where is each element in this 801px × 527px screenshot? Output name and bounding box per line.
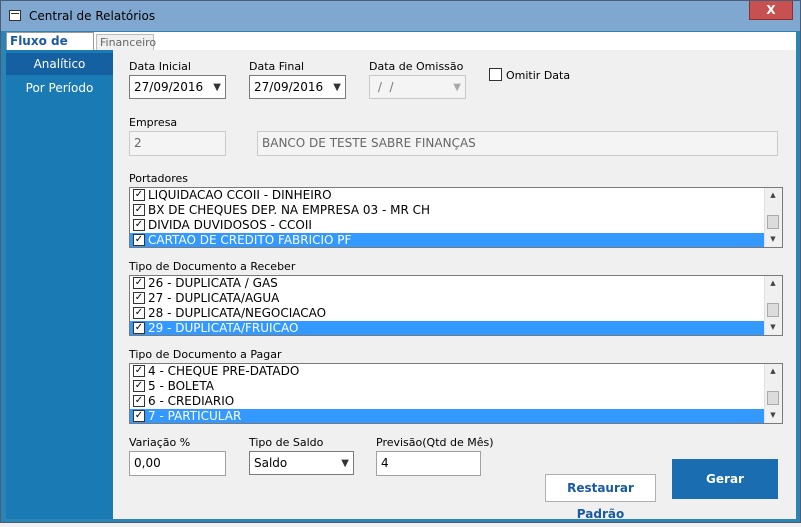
tipo-doc-receber-listbox[interactable]: ✓ 26 - DUPLICATA / GAS ✓ 27 - DUPLICATA/AG… — [129, 275, 783, 336]
check-icon[interactable]: ✓ — [133, 277, 145, 289]
tipo-saldo-combo[interactable]: Saldo ▼ — [249, 451, 354, 475]
chevron-down-icon: ▼ — [341, 458, 349, 469]
title-bar[interactable]: Central de Relatórios X — [1, 1, 800, 31]
restore-defaults-button[interactable]: Restaurar Padrão — [545, 474, 656, 521]
list-item-selected[interactable]: ✓ CARTAO DE CREDITO FABRICIO PF — [130, 233, 766, 247]
data-inicial-value: 27/09/2016 — [134, 80, 204, 94]
omitir-data-checkbox[interactable] — [489, 68, 502, 81]
list-item-selected[interactable]: ✓ 29 - DUPLICATA/FRUICAO — [130, 321, 766, 335]
window-title: Central de Relatórios — [29, 9, 156, 23]
variacao-field[interactable]: 0,00 — [129, 451, 226, 476]
check-icon[interactable]: ✓ — [133, 410, 145, 422]
tipo-doc-pagar-label: Tipo de Documento a Pagar — [129, 348, 282, 361]
data-final-label: Data Final — [249, 60, 305, 73]
client-area: Fluxo de Caixa Financeiro Analítico Por … — [6, 32, 796, 521]
list-item[interactable]: ✓ 5 - BOLETA — [130, 379, 766, 394]
chevron-down-icon: ▼ — [333, 82, 341, 93]
scroll-down-icon[interactable]: ▼ — [765, 320, 781, 335]
data-inicial-label: Data Inicial — [129, 60, 191, 73]
check-icon[interactable]: ✓ — [133, 189, 145, 201]
scroll-down-icon[interactable]: ▼ — [765, 408, 781, 423]
portadores-label: Portadores — [129, 172, 189, 185]
tipo-saldo-value: Saldo — [254, 456, 288, 470]
omitir-data-label: Omitir Data — [506, 69, 571, 82]
tipo-doc-pagar-listbox[interactable]: ✓ 4 - CHEQUE PRE-DATADO ✓ 5 - BOLETA ✓ 6 - … — [129, 363, 783, 424]
data-omissao-combo[interactable]: / / ▼ — [369, 75, 466, 99]
data-final-value: 27/09/2016 — [254, 80, 324, 94]
data-omissao-label: Data de Omissão — [369, 60, 464, 73]
data-omissao-value: / / — [374, 80, 394, 94]
vertical-scrollbar[interactable]: ▲ ▼ — [764, 188, 782, 247]
previsao-label: Previsão(Qtd de Mês) — [376, 436, 494, 449]
list-item[interactable]: ✓ BX DE CHEQUES DEP. NA EMPRESA 03 - MR C… — [130, 203, 766, 218]
check-icon[interactable]: ✓ — [133, 380, 145, 392]
close-button[interactable]: X — [749, 1, 793, 20]
chevron-down-icon: ▼ — [453, 82, 461, 93]
check-icon[interactable]: ✓ — [133, 204, 145, 216]
empresa-code-field[interactable]: 2 — [129, 131, 226, 156]
check-icon[interactable]: ✓ — [133, 307, 145, 319]
tab-strip: Fluxo de Caixa Financeiro — [6, 32, 796, 64]
generate-button[interactable]: Gerar — [672, 459, 778, 499]
portadores-listbox[interactable]: ✓ LIQUIDACAO CCOII - DINHEIRO ✓ BX DE CHEQ… — [129, 187, 783, 248]
check-icon[interactable]: ✓ — [133, 365, 145, 377]
list-item-selected[interactable]: ✓ 7 - PARTICULAR — [130, 409, 766, 423]
tipo-doc-receber-label: Tipo de Documento a Receber — [129, 260, 296, 273]
check-icon[interactable]: ✓ — [133, 322, 145, 334]
list-item[interactable]: ✓ DIVIDA DUVIDOSOS - CCOII — [130, 218, 766, 233]
sidebar-item-analitico[interactable]: Analítico — [6, 53, 113, 75]
empresa-label: Empresa — [129, 116, 178, 129]
previsao-field[interactable]: 4 — [376, 451, 481, 476]
list-item[interactable]: ✓ 4 - CHEQUE PRE-DATADO — [130, 364, 766, 379]
window-icon — [9, 10, 21, 21]
data-final-combo[interactable]: 27/09/2016 ▼ — [249, 75, 346, 99]
tab-financeiro[interactable]: Financeiro — [96, 34, 156, 50]
sidebar-item-por-periodo[interactable]: Por Período — [6, 77, 113, 99]
scroll-thumb[interactable] — [767, 303, 779, 317]
check-icon[interactable]: ✓ — [133, 395, 145, 407]
scroll-thumb[interactable] — [767, 391, 779, 405]
scroll-down-icon[interactable]: ▼ — [765, 232, 781, 247]
check-icon[interactable]: ✓ — [133, 219, 145, 231]
check-icon[interactable]: ✓ — [133, 234, 145, 246]
scroll-thumb[interactable] — [767, 215, 779, 229]
empresa-name-field[interactable]: BANCO DE TESTE SABRE FINANÇAS — [257, 131, 778, 156]
scroll-up-icon[interactable]: ▲ — [765, 188, 781, 203]
list-item[interactable]: ✓ 27 - DUPLICATA/AGUA — [130, 291, 766, 306]
scroll-up-icon[interactable]: ▲ — [765, 276, 781, 291]
list-item[interactable]: ✓ LIQUIDACAO CCOII - DINHEIRO — [130, 188, 766, 203]
tab-fluxo-de-caixa[interactable]: Fluxo de Caixa — [6, 32, 94, 64]
list-item[interactable]: ✓ 26 - DUPLICATA / GAS — [130, 276, 766, 291]
vertical-scrollbar[interactable]: ▲ ▼ — [764, 364, 782, 423]
report-central-window: Central de Relatórios X Fluxo de Caixa F… — [0, 0, 801, 523]
vertical-scrollbar[interactable]: ▲ ▼ — [764, 276, 782, 335]
tipo-saldo-label: Tipo de Saldo — [249, 436, 324, 449]
list-item[interactable]: ✓ 6 - CREDIARIO — [130, 394, 766, 409]
variacao-label: Variação % — [129, 436, 191, 449]
sidebar: Analítico Por Período — [6, 50, 113, 519]
data-inicial-combo[interactable]: 27/09/2016 ▼ — [129, 75, 226, 99]
filter-panel: Data Inicial 27/09/2016 ▼ Data Final 27/… — [113, 50, 796, 521]
list-item[interactable]: ✓ 28 - DUPLICATA/NEGOCIACAO — [130, 306, 766, 321]
chevron-down-icon: ▼ — [213, 82, 221, 93]
scroll-up-icon[interactable]: ▲ — [765, 364, 781, 379]
check-icon[interactable]: ✓ — [133, 292, 145, 304]
